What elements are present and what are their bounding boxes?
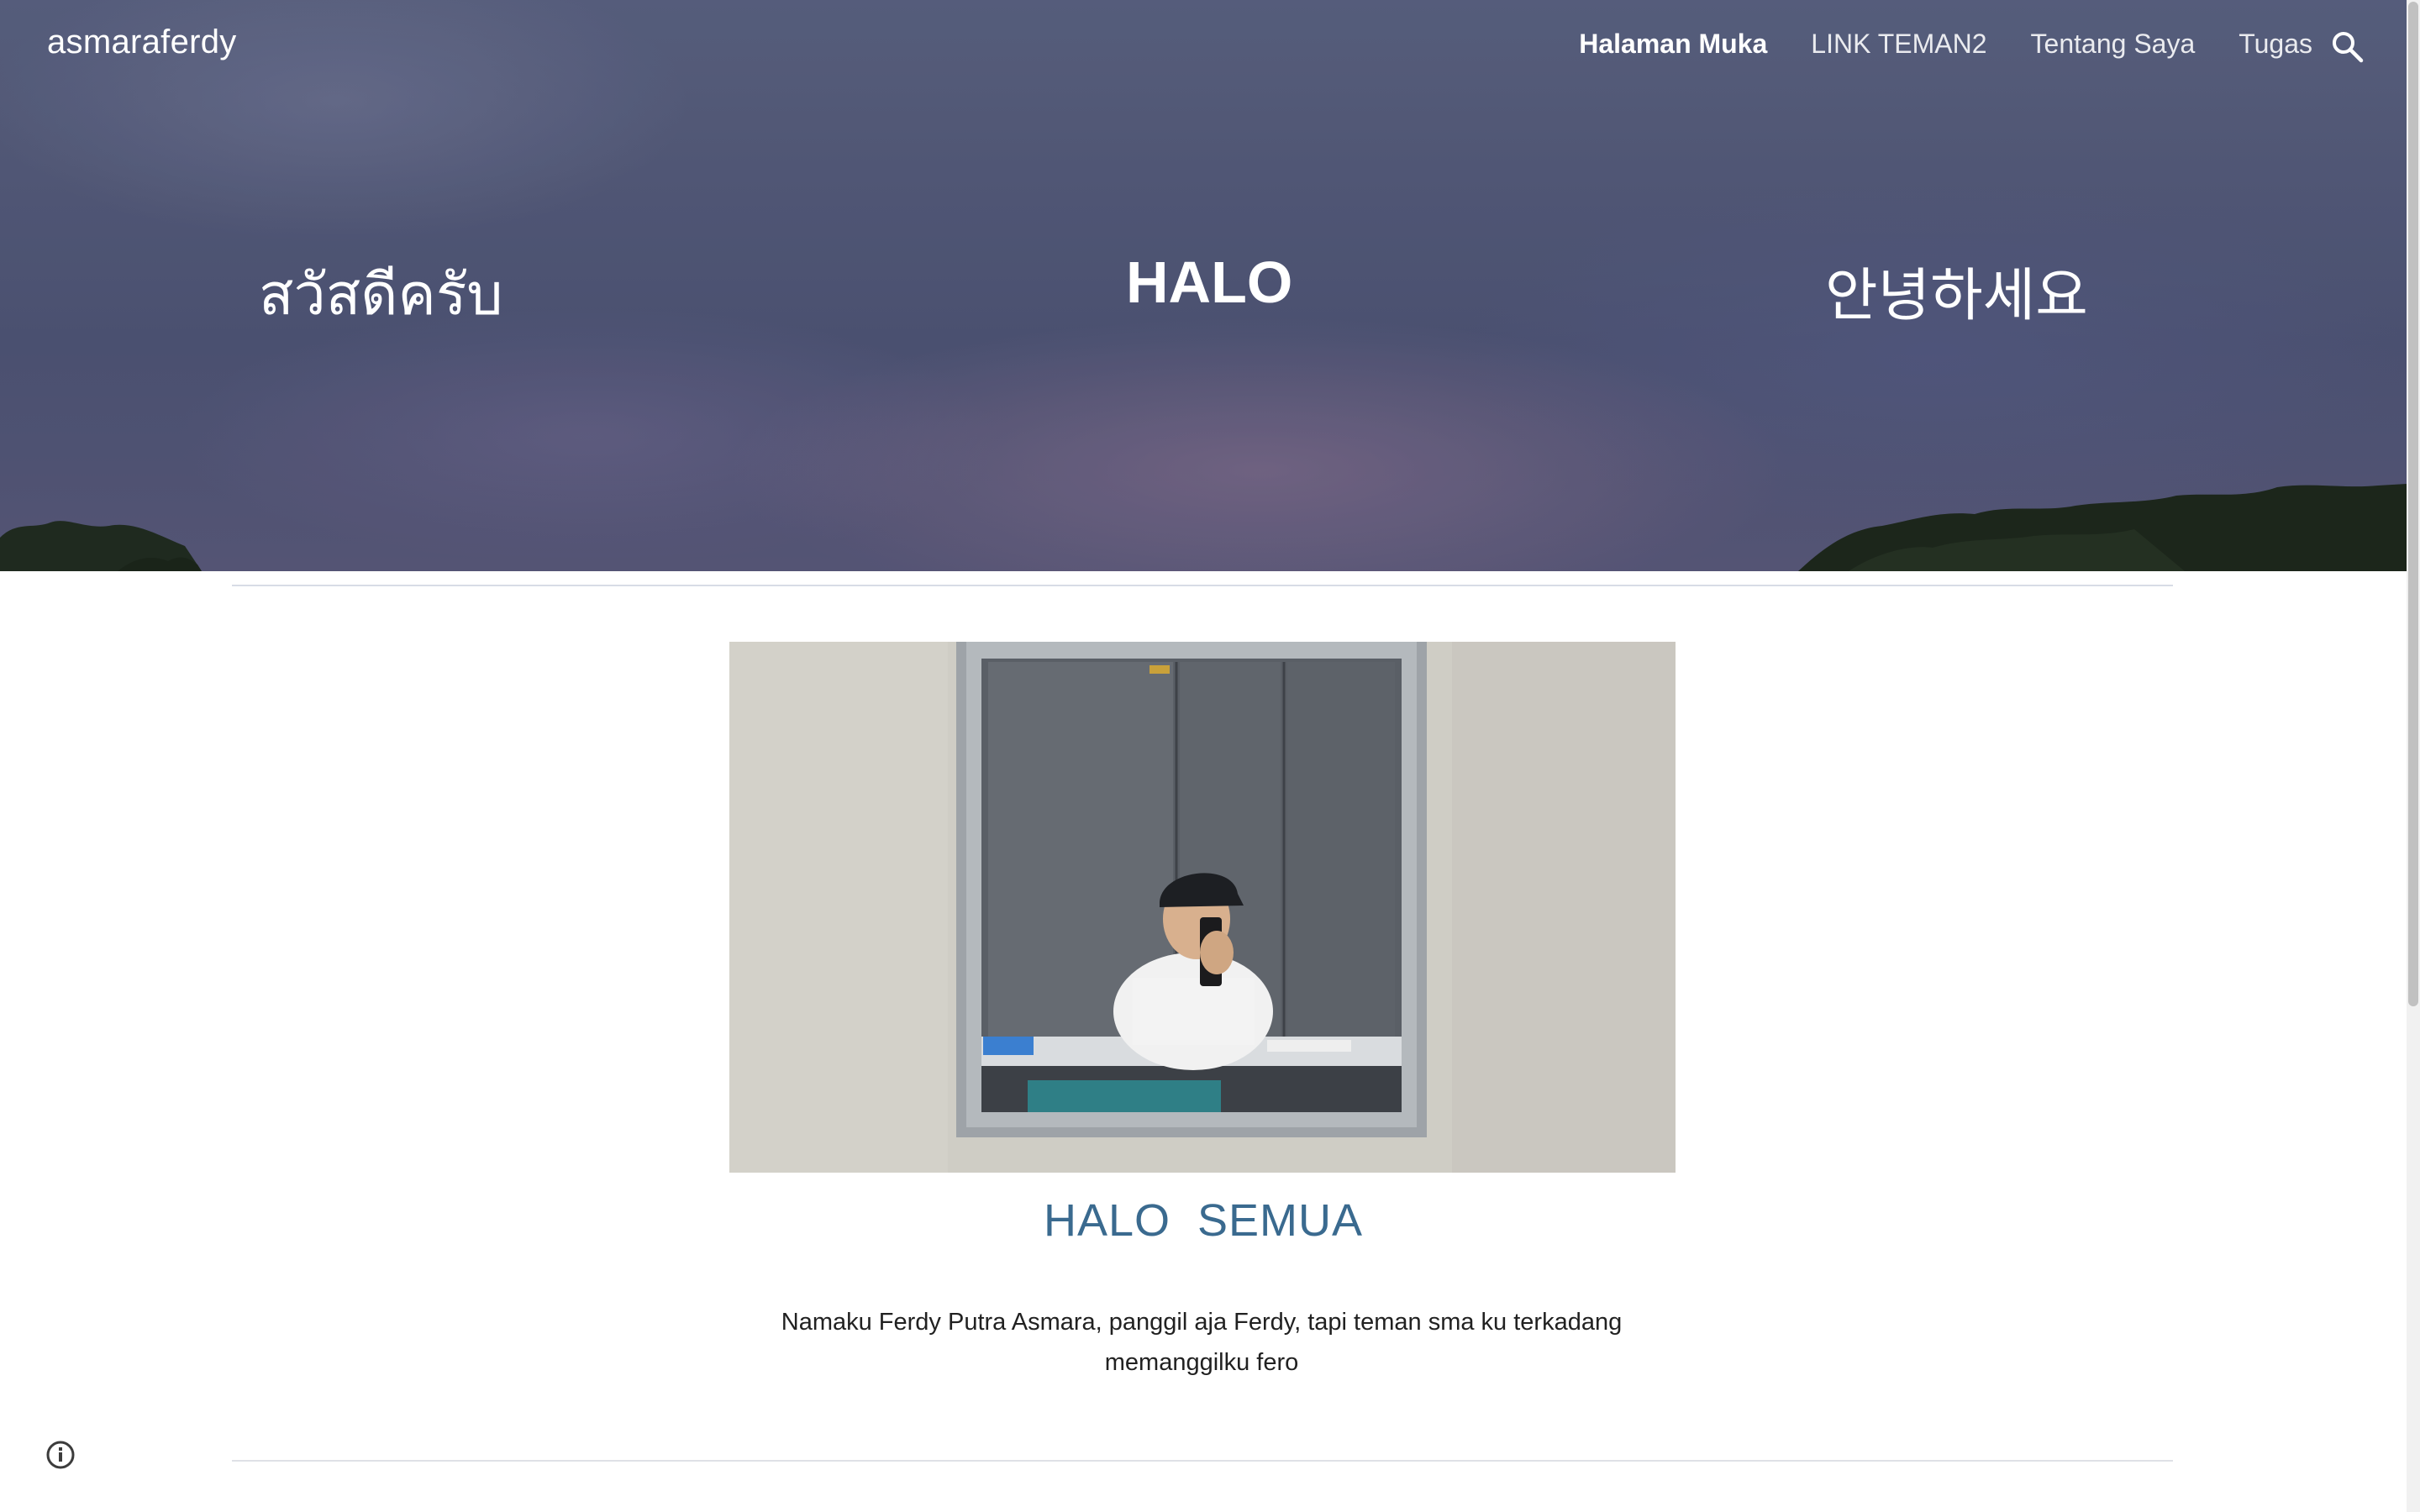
greeting-korean: 안녕하세요 bbox=[1825, 263, 2088, 329]
site-header: asmaraferdy Halaman Muka LINK TEMAN2 Ten… bbox=[0, 0, 2407, 94]
site-title[interactable]: asmaraferdy bbox=[47, 24, 237, 61]
search-icon[interactable] bbox=[2329, 29, 2366, 66]
hero-banner: asmaraferdy Halaman Muka LINK TEMAN2 Ten… bbox=[0, 0, 2407, 571]
profile-photo bbox=[729, 642, 1676, 1173]
nav-item-link-teman2[interactable]: LINK TEMAN2 bbox=[1811, 29, 1986, 60]
scrollbar[interactable] bbox=[2407, 0, 2420, 1512]
section-heading: HALO SEMUA bbox=[1043, 1195, 1364, 1246]
scrollbar-thumb[interactable] bbox=[2408, 2, 2418, 1006]
nav-item-halaman-muka[interactable]: Halaman Muka bbox=[1579, 29, 1767, 60]
nav-item-tentang-saya[interactable]: Tentang Saya bbox=[2031, 29, 2196, 60]
section-divider-top bbox=[232, 585, 2173, 586]
tree-silhouette bbox=[0, 484, 2407, 571]
greeting-halo: HALO bbox=[1126, 249, 1293, 315]
page: asmaraferdy Halaman Muka LINK TEMAN2 Ten… bbox=[0, 0, 2420, 1512]
nav-item-tugas[interactable]: Tugas bbox=[2238, 29, 2312, 60]
greeting-thai: สวัสดีครับ bbox=[259, 262, 503, 328]
info-icon[interactable] bbox=[44, 1438, 77, 1472]
main-nav: Halaman Muka LINK TEMAN2 Tentang Saya Tu… bbox=[1579, 29, 2312, 60]
section-divider-bottom bbox=[232, 1460, 2173, 1462]
intro-paragraph: Namaku Ferdy Putra Asmara, panggil aja F… bbox=[781, 1309, 1623, 1376]
